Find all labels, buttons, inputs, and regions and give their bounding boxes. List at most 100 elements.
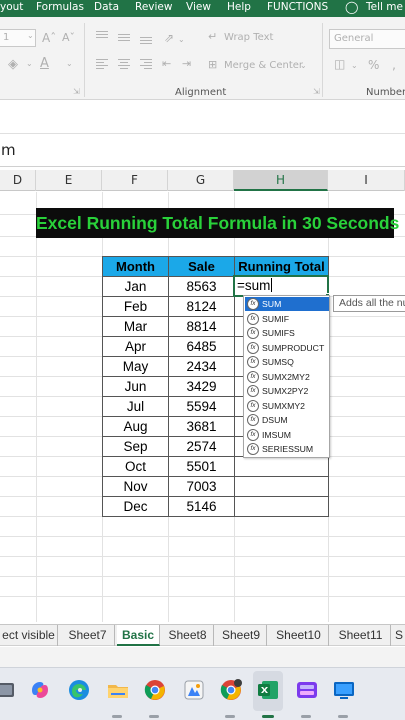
running-total-cell[interactable]: [234, 456, 329, 477]
sale-cell[interactable]: 5501: [168, 456, 235, 477]
align-bottom-icon[interactable]: [140, 35, 152, 46]
chrome-icon[interactable]: [143, 678, 167, 702]
dialog-launcher-icon[interactable]: ⇲: [313, 87, 320, 96]
sale-cell[interactable]: 2434: [168, 356, 235, 377]
file-explorer-icon[interactable]: [106, 678, 130, 702]
month-cell[interactable]: Apr: [102, 336, 169, 357]
active-cell-editor[interactable]: =sum: [233, 275, 329, 297]
header-running-total[interactable]: Running Total: [234, 256, 329, 277]
number-format-dropdown[interactable]: General: [329, 29, 405, 49]
sheet-tab-sheet8[interactable]: Sheet8: [162, 625, 214, 646]
wrap-text-icon[interactable]: ↵: [208, 30, 217, 43]
percent-style-icon[interactable]: %: [368, 58, 379, 72]
header-sale[interactable]: Sale: [168, 256, 235, 277]
month-cell[interactable]: Mar: [102, 316, 169, 337]
tab-help[interactable]: Help: [227, 1, 251, 13]
title-banner[interactable]: Excel Running Total Formula in 30 Second…: [36, 208, 399, 238]
align-top-icon[interactable]: [96, 29, 108, 40]
increase-font-icon[interactable]: Aˆ: [42, 31, 56, 45]
align-center-icon[interactable]: [118, 57, 130, 71]
decrease-font-icon[interactable]: Aˇ: [62, 31, 75, 44]
align-right-icon[interactable]: [140, 57, 152, 71]
font-color-icon[interactable]: A: [40, 56, 49, 71]
autocomplete-item-sumifs[interactable]: fx SUMIFS: [245, 326, 329, 340]
increase-indent-icon[interactable]: ⇥: [182, 57, 191, 70]
edge-icon[interactable]: [67, 678, 91, 702]
sheet-tab-overflow[interactable]: S: [393, 625, 405, 646]
file-explorer-edge-icon[interactable]: [0, 678, 16, 702]
paint-icon[interactable]: [182, 678, 206, 702]
tab-data[interactable]: Data: [94, 1, 119, 13]
month-cell[interactable]: Oct: [102, 456, 169, 477]
sale-cell[interactable]: 6485: [168, 336, 235, 357]
running-total-cell[interactable]: [234, 496, 329, 517]
sale-cell[interactable]: 5146: [168, 496, 235, 517]
autocomplete-item-sumx2py2[interactable]: fx SUMX2PY2: [245, 384, 329, 398]
sheet-tab-basic[interactable]: Basic: [117, 625, 160, 646]
accounting-format-icon[interactable]: ◫: [334, 57, 345, 71]
column-header-d[interactable]: D: [0, 170, 36, 191]
sale-cell[interactable]: 5594: [168, 396, 235, 417]
month-cell[interactable]: May: [102, 356, 169, 377]
month-cell[interactable]: Jun: [102, 376, 169, 397]
sheet-tab-sheet7[interactable]: Sheet7: [61, 625, 115, 646]
column-header-i[interactable]: I: [328, 170, 405, 191]
comma-style-icon[interactable]: ‚: [392, 58, 396, 72]
autocomplete-item-imsum[interactable]: fx IMSUM: [245, 428, 329, 442]
copilot-icon[interactable]: [28, 678, 52, 702]
align-middle-icon[interactable]: [118, 32, 130, 43]
excel-icon[interactable]: [256, 678, 280, 702]
tab-page-layout[interactable]: yout: [0, 1, 23, 13]
merge-center-icon[interactable]: ⊞: [208, 58, 217, 71]
tab-formulas[interactable]: Formulas: [36, 1, 84, 13]
sheet-tab-select-visible[interactable]: ect visible: [0, 625, 58, 646]
running-total-cell[interactable]: [234, 476, 329, 497]
sale-cell[interactable]: 7003: [168, 476, 235, 497]
sheet-tab-sheet9[interactable]: Sheet9: [216, 625, 267, 646]
autocomplete-item-sumif[interactable]: fx SUMIF: [245, 312, 329, 326]
autocomplete-item-seriessum[interactable]: fx SERIESSUM: [245, 442, 329, 456]
month-cell[interactable]: Feb: [102, 296, 169, 317]
month-cell[interactable]: Jul: [102, 396, 169, 417]
sale-cell[interactable]: 8124: [168, 296, 235, 317]
sale-cell[interactable]: 2574: [168, 436, 235, 457]
autocomplete-item-sumx2my2[interactable]: fx SUMX2MY2: [245, 370, 329, 384]
remote-desktop-icon[interactable]: [332, 678, 356, 702]
month-cell[interactable]: Dec: [102, 496, 169, 517]
chrome-profile-icon[interactable]: [219, 678, 243, 702]
autocomplete-item-sum[interactable]: fx SUM: [245, 297, 329, 311]
active-cell-content[interactable]: =sum: [237, 278, 273, 293]
autocomplete-item-dsum[interactable]: fx DSUM: [245, 413, 329, 427]
sale-cell[interactable]: 3429: [168, 376, 235, 397]
autocomplete-item-sumproduct[interactable]: fx SUMPRODUCT: [245, 341, 329, 355]
wrap-text-button[interactable]: Wrap Text: [224, 32, 273, 43]
column-header-e[interactable]: E: [36, 170, 102, 191]
column-header-h[interactable]: H: [234, 170, 328, 191]
month-cell[interactable]: Nov: [102, 476, 169, 497]
align-left-icon[interactable]: [96, 57, 108, 71]
sale-cell[interactable]: 8563: [168, 276, 235, 297]
decrease-indent-icon[interactable]: ⇤: [162, 57, 171, 70]
autocomplete-item-sumsq[interactable]: fx SUMSQ: [245, 355, 329, 369]
tab-functions[interactable]: FUNCTIONS: [267, 1, 328, 13]
font-size-box[interactable]: 1 ⌄: [0, 29, 36, 47]
month-cell[interactable]: Jan: [102, 276, 169, 297]
dialog-launcher-icon[interactable]: ⇲: [73, 87, 80, 96]
column-header-f[interactable]: F: [102, 170, 168, 191]
formula-bar[interactable]: m: [0, 135, 405, 167]
tab-view[interactable]: View: [186, 1, 211, 13]
sheet-tab-sheet10[interactable]: Sheet10: [269, 625, 329, 646]
orientation-icon[interactable]: ⇗: [164, 31, 174, 45]
autocomplete-item-sumxmy2[interactable]: fx SUMXMY2: [245, 399, 329, 413]
sheet-tab-sheet11[interactable]: Sheet11: [331, 625, 391, 646]
fill-color-icon[interactable]: ◈: [8, 57, 18, 72]
tell-me-search[interactable]: Tell me w: [366, 1, 405, 13]
month-cell[interactable]: Aug: [102, 416, 169, 437]
month-cell[interactable]: Sep: [102, 436, 169, 457]
column-header-g[interactable]: G: [168, 170, 234, 191]
video-editor-icon[interactable]: [295, 678, 319, 702]
formula-bar-content[interactable]: m: [1, 141, 16, 159]
merge-center-button[interactable]: Merge & Center: [224, 60, 303, 71]
sale-cell[interactable]: 3681: [168, 416, 235, 437]
header-month[interactable]: Month: [102, 256, 169, 277]
